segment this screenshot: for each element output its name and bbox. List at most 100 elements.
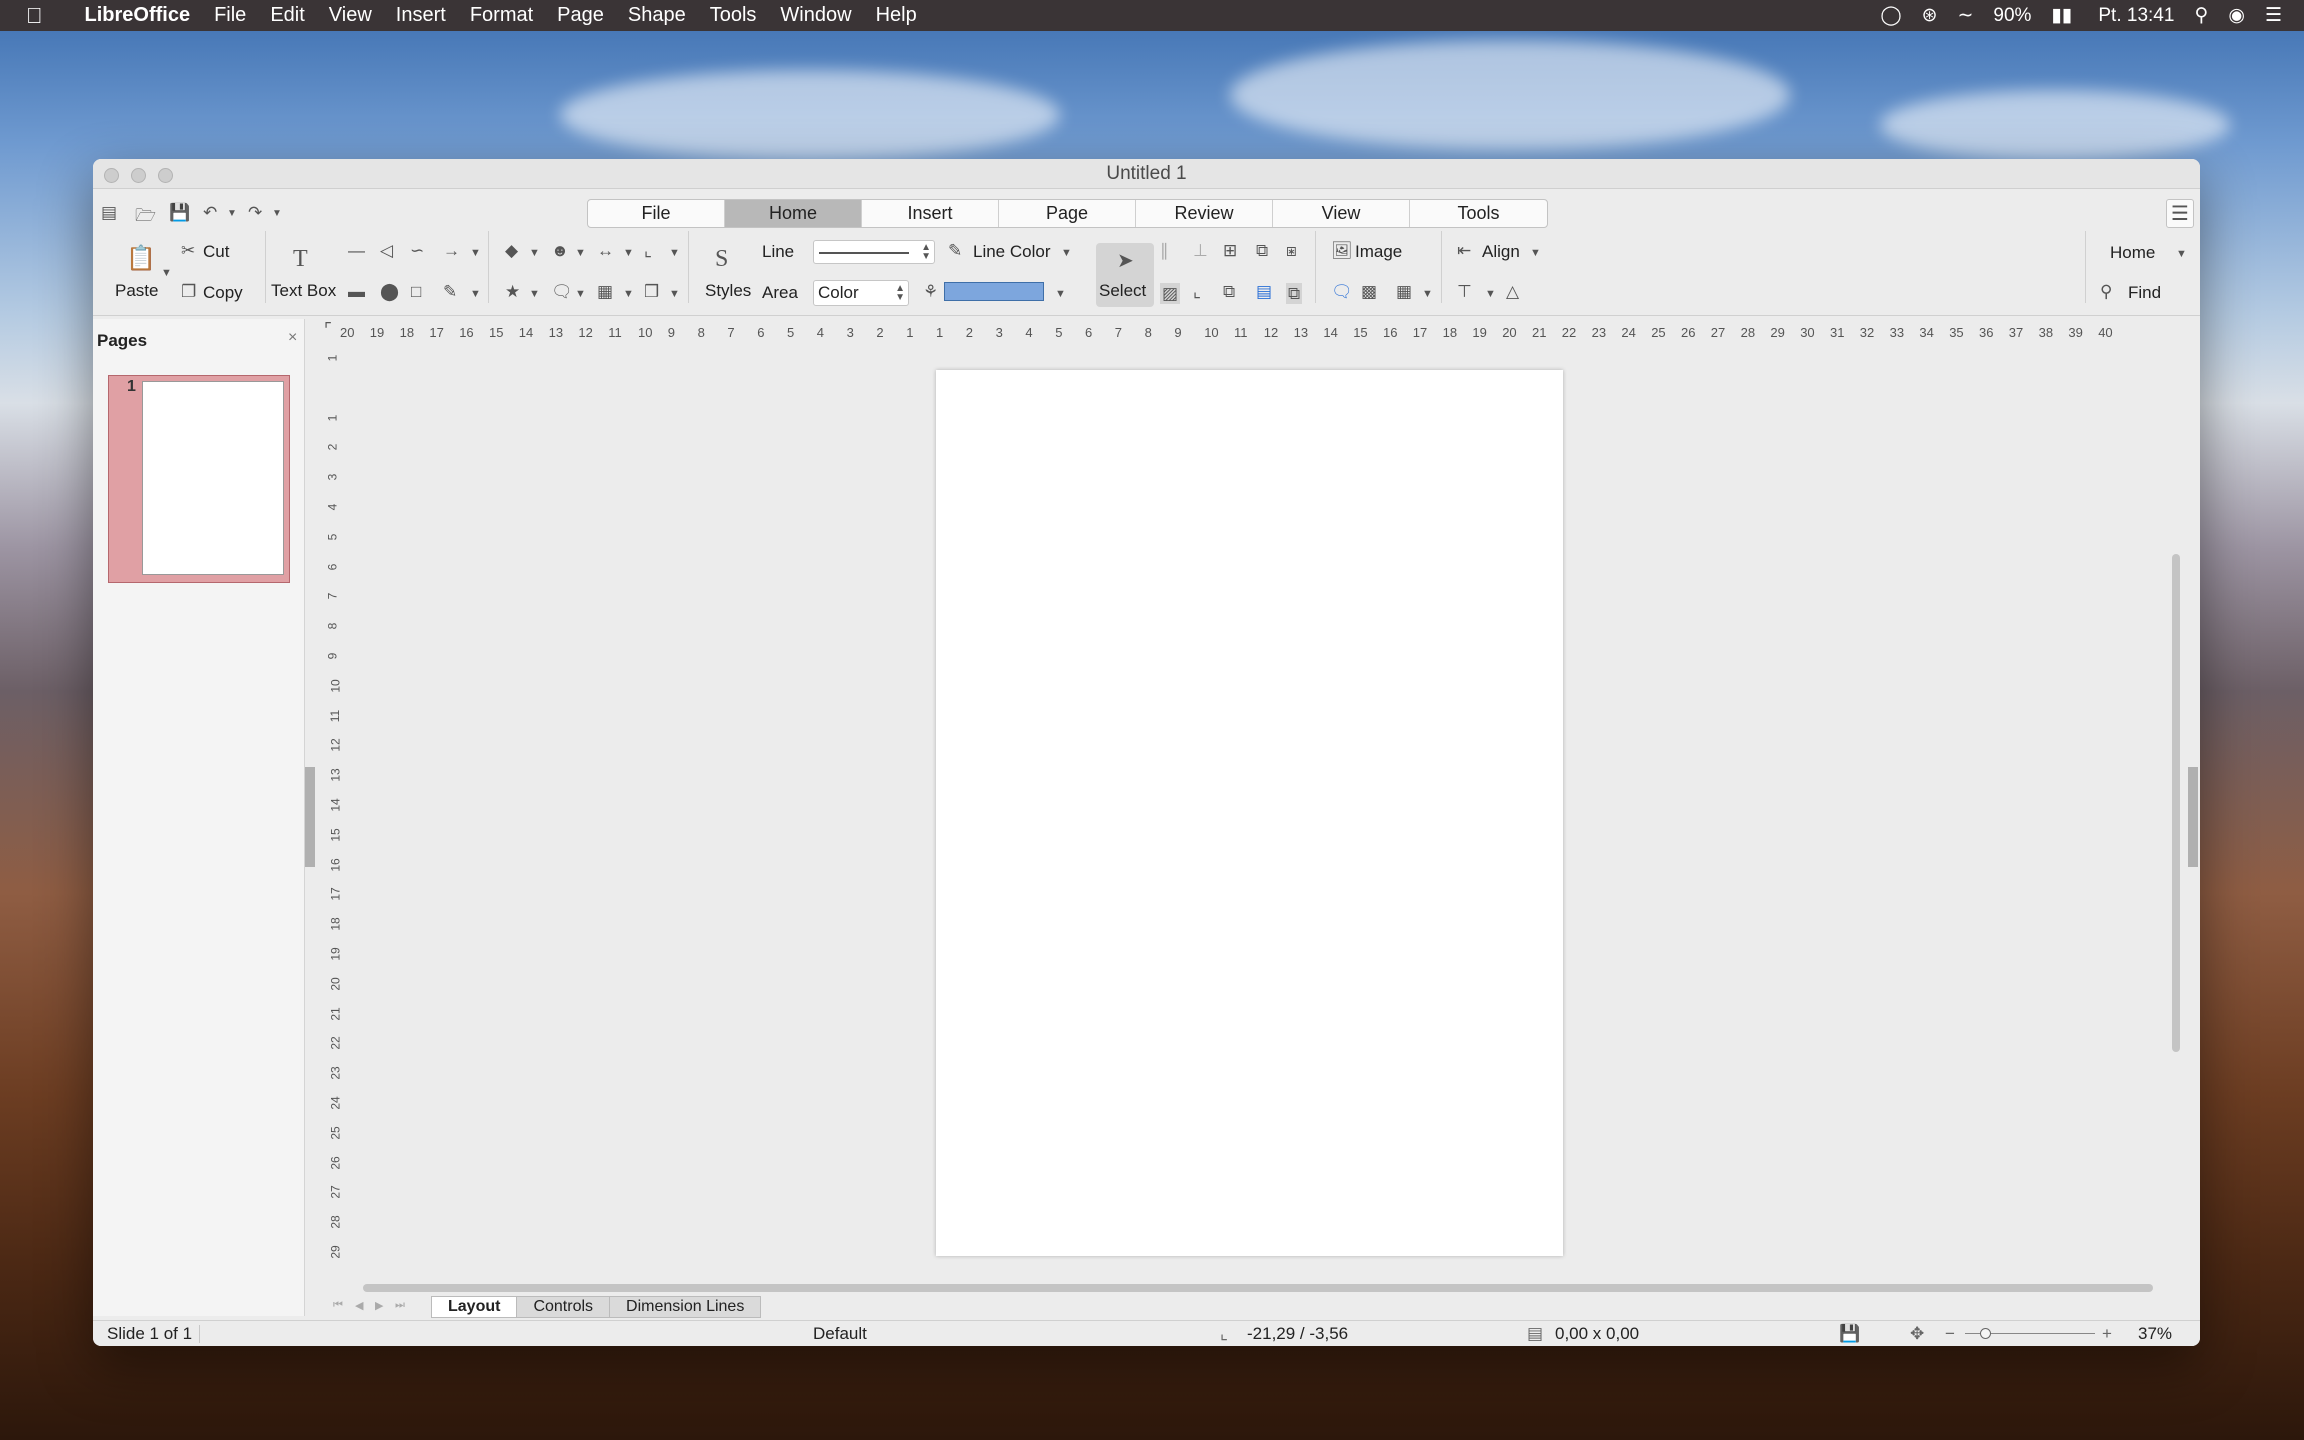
menu-view[interactable]: View bbox=[317, 0, 384, 31]
panel-collapse-handle[interactable] bbox=[305, 767, 315, 867]
stars-icon[interactable]: ★ bbox=[505, 283, 520, 300]
center-align-icon[interactable]: ⊞ bbox=[1223, 242, 1237, 259]
line-color-button[interactable]: Line Color bbox=[973, 242, 1051, 262]
menu-shape[interactable]: Shape bbox=[616, 0, 698, 31]
tab-stop-icon[interactable]: ⌜ bbox=[324, 320, 332, 340]
align-dropdown-icon[interactable]: ▼ bbox=[1530, 247, 1541, 259]
spotlight-icon[interactable]: ⚲ bbox=[2184, 4, 2218, 27]
ellipse-tool-icon[interactable]: ⬤ bbox=[380, 283, 399, 300]
zoom-level[interactable]: 37% bbox=[2138, 1321, 2172, 1346]
menu-file[interactable]: File bbox=[202, 0, 258, 31]
tab-view[interactable]: View bbox=[1273, 200, 1410, 227]
hamburger-menu-icon[interactable]: ☰ bbox=[2166, 199, 2194, 228]
connectors-dropdown-icon[interactable]: ▼ bbox=[669, 247, 680, 259]
find-button[interactable]: Find bbox=[2128, 283, 2161, 303]
vertical-scrollbar[interactable] bbox=[2172, 554, 2180, 1052]
spin-icon[interactable]: ▲ ▼ bbox=[921, 243, 931, 262]
find-icon[interactable]: ⚲ bbox=[2100, 283, 2112, 300]
arrange-icon[interactable]: ⊤ bbox=[1457, 283, 1472, 300]
line-color-dropdown-icon[interactable]: ▼ bbox=[1061, 247, 1072, 259]
horizontal-scrollbar[interactable] bbox=[363, 1284, 2153, 1292]
context-menu-button[interactable]: Home bbox=[2110, 243, 2155, 263]
clock[interactable]: Pt. 13:41 bbox=[2082, 5, 2184, 27]
group-icon[interactable]: ⧉ bbox=[1256, 242, 1268, 259]
zoom-in-icon[interactable]: + bbox=[2102, 1321, 2112, 1346]
symbol-shapes-dropdown-icon[interactable]: ▼ bbox=[575, 247, 586, 259]
menu-tools[interactable]: Tools bbox=[698, 0, 769, 31]
flip-icon[interactable]: △ bbox=[1506, 283, 1519, 300]
cut-icon[interactable]: ✂ bbox=[181, 242, 195, 259]
glue-point-icon[interactable]: ⌞ bbox=[1193, 283, 1201, 300]
slide-page[interactable] bbox=[936, 370, 1563, 1256]
zoom-slider-thumb[interactable] bbox=[1980, 1328, 1991, 1339]
symbol-shapes-icon[interactable]: ☻ bbox=[551, 242, 569, 259]
chart-icon[interactable]: ▩ bbox=[1361, 283, 1377, 300]
rotate-icon[interactable]: ⧉ bbox=[1223, 283, 1235, 300]
basic-shapes-dropdown-icon[interactable]: ▼ bbox=[529, 247, 540, 259]
points-icon[interactable]: ▨ bbox=[1160, 283, 1181, 304]
line-style-select[interactable]: ▲ ▼ bbox=[813, 240, 935, 264]
shadow-icon[interactable]: ❒ bbox=[644, 283, 659, 300]
basic-shapes-icon[interactable]: ◆ bbox=[505, 242, 518, 259]
redo-icon[interactable]: ↷ bbox=[248, 203, 262, 223]
callouts-dropdown-icon[interactable]: ▼ bbox=[575, 288, 586, 300]
tab-page[interactable]: Page bbox=[999, 200, 1136, 227]
flowchart-icon[interactable]: ▦ bbox=[597, 283, 613, 300]
align-icon[interactable]: ⇤ bbox=[1457, 242, 1471, 259]
baseline-icon[interactable]: ⊥ bbox=[1193, 242, 1208, 259]
bluetooth-icon[interactable]: ⊛ bbox=[1912, 4, 1948, 27]
tab-file[interactable]: File bbox=[588, 200, 725, 227]
fill-color-swatch[interactable] bbox=[944, 282, 1044, 301]
distribute-icon[interactable]: ∥ bbox=[1160, 242, 1169, 259]
zoom-window-button[interactable] bbox=[158, 168, 173, 183]
tab-insert[interactable]: Insert bbox=[862, 200, 999, 227]
context-dropdown-icon[interactable]: ▼ bbox=[2176, 248, 2187, 260]
cut-button[interactable]: Cut bbox=[203, 242, 229, 262]
connectors-icon[interactable]: ⌞ bbox=[644, 242, 652, 259]
screen-time-icon[interactable]: ◯ bbox=[1870, 4, 1911, 27]
draw-function-dropdown-icon[interactable]: ▼ bbox=[470, 288, 481, 300]
block-arrows-icon[interactable]: ↔ bbox=[597, 242, 614, 259]
right-panel-handle[interactable] bbox=[2188, 767, 2198, 867]
layer-tab-layout[interactable]: Layout bbox=[431, 1296, 518, 1318]
menu-insert[interactable]: Insert bbox=[384, 0, 458, 31]
curve-tool-icon[interactable]: ∽ bbox=[410, 242, 424, 259]
line-tool-icon[interactable]: — bbox=[348, 242, 365, 259]
ungroup-icon[interactable]: ⧆ bbox=[1286, 242, 1297, 259]
last-page-icon[interactable]: ⏭ bbox=[395, 1299, 405, 1312]
open-icon[interactable]: 🗁 bbox=[135, 203, 156, 232]
table-icon[interactable]: ▦ bbox=[1396, 283, 1412, 300]
wifi-icon[interactable]: ∼ bbox=[1948, 4, 1984, 27]
menu-edit[interactable]: Edit bbox=[258, 0, 316, 31]
first-page-icon[interactable]: ⏮ bbox=[333, 1299, 343, 1312]
redo-dropdown-icon[interactable]: ▼ bbox=[272, 208, 282, 219]
styles-icon[interactable]: S bbox=[715, 247, 728, 271]
menu-help[interactable]: Help bbox=[864, 0, 929, 31]
vertical-ruler[interactable]: 1 1 2 3 4 5 6 7 8 9 10 11 12 13 14 15 16 17 18 19 20 21 22 23 24… bbox=[325, 351, 343, 1276]
menu-page[interactable]: Page bbox=[545, 0, 616, 31]
spin-icon[interactable]: ▲ ▼ bbox=[895, 284, 905, 303]
zoom-out-icon[interactable]: − bbox=[1945, 1321, 1955, 1346]
flowchart-dropdown-icon[interactable]: ▼ bbox=[623, 288, 634, 300]
shadow-dropdown-icon[interactable]: ▼ bbox=[669, 288, 680, 300]
image-button[interactable]: Image bbox=[1355, 242, 1402, 262]
paste-dropdown-icon[interactable]: ▼ bbox=[161, 267, 172, 279]
battery-icon[interactable]: ▮▮ bbox=[2041, 4, 2082, 27]
tab-home[interactable]: Home bbox=[725, 200, 862, 227]
menu-window[interactable]: Window bbox=[768, 0, 863, 31]
text-box-icon[interactable]: T bbox=[293, 247, 308, 271]
tab-tools[interactable]: Tools bbox=[1410, 200, 1547, 227]
battery-percent[interactable]: 90% bbox=[1983, 5, 2041, 27]
line-color-icon[interactable]: ✎ bbox=[948, 242, 962, 259]
page-thumbnail[interactable]: 1 bbox=[108, 375, 290, 583]
close-window-button[interactable] bbox=[104, 168, 119, 183]
fill-color-dropdown-icon[interactable]: ▼ bbox=[1055, 288, 1066, 300]
master-slide-name[interactable]: Default bbox=[813, 1321, 867, 1346]
lines-arrows-icon[interactable]: → bbox=[443, 242, 460, 259]
next-page-icon[interactable]: ▶ bbox=[375, 1299, 383, 1312]
block-arrows-dropdown-icon[interactable]: ▼ bbox=[623, 247, 634, 259]
callouts-icon[interactable]: 🗨 bbox=[551, 283, 573, 300]
apple-icon[interactable]:  bbox=[0, 0, 55, 31]
image-icon[interactable]: 🖼 bbox=[1331, 242, 1353, 259]
paste-icon[interactable]: 📋 bbox=[126, 247, 156, 271]
